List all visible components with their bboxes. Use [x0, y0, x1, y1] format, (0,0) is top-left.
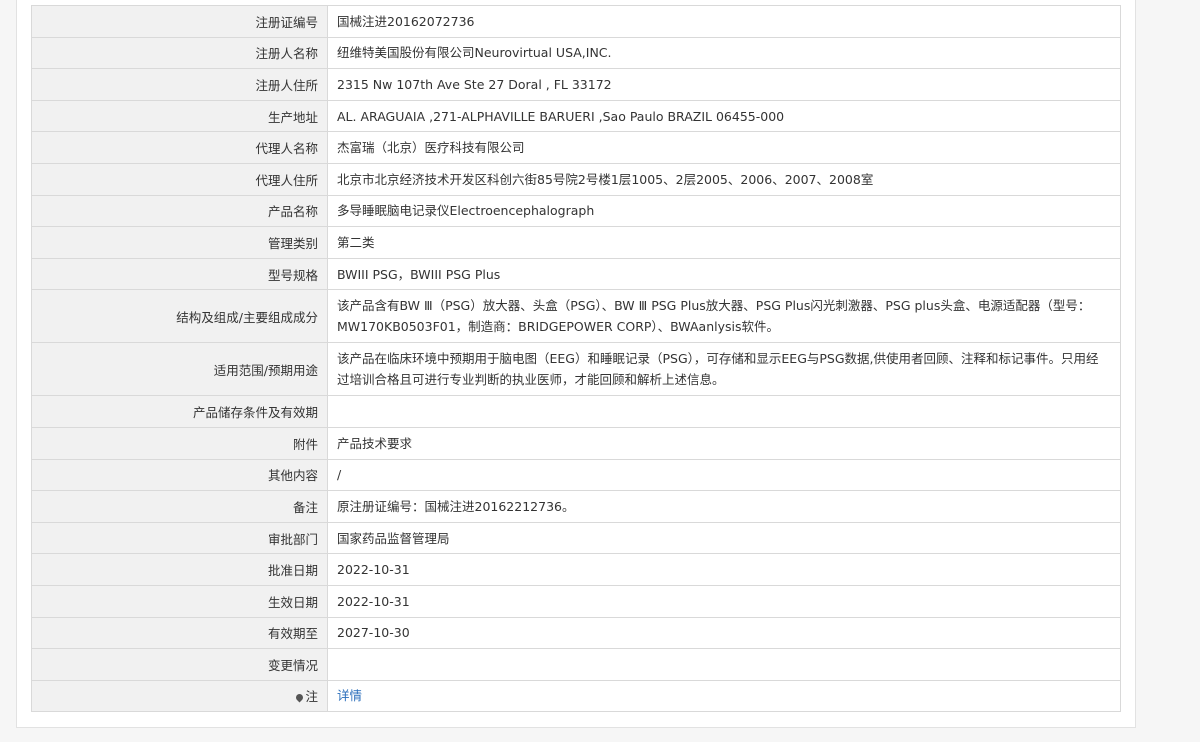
row-value: 原注册证编号：国械注进20162212736。	[327, 490, 1121, 523]
row-value	[327, 395, 1121, 428]
row-value: 2027-10-30	[327, 616, 1121, 650]
table-row: 备注 原注册证编号：国械注进20162212736。	[31, 490, 1121, 523]
row-value: 2022-10-31	[327, 584, 1121, 618]
note-value-cell: 详情	[327, 679, 1121, 713]
row-value: 多导睡眠脑电记录仪Electroencephalograph	[327, 194, 1121, 228]
table-row: 其他内容 /	[31, 458, 1121, 492]
table-row: 代理人住所 北京市北京经济技术开发区科创六街85号院2号楼1层1005、2层20…	[31, 162, 1121, 196]
table-row: 有效期至 2027-10-30	[31, 616, 1121, 650]
row-label: 批准日期	[31, 553, 328, 586]
row-label: 型号规格	[31, 257, 328, 291]
table-row: 代理人名称 杰富瑞（北京）医疗科技有限公司	[31, 131, 1121, 164]
table-row: 注册证编号 国械注进20162072736	[31, 5, 1121, 38]
row-label: 其他内容	[31, 458, 328, 492]
registration-info-table: 注册证编号 国械注进20162072736 注册人名称 纽维特美国股份有限公司N…	[31, 5, 1121, 713]
table-row: 结构及组成/主要组成成分 该产品含有BW Ⅲ（PSG）放大器、头盒（PSG）、B…	[31, 289, 1121, 344]
row-value: 第二类	[327, 226, 1121, 259]
row-label: 生产地址	[31, 99, 328, 133]
row-value: /	[327, 458, 1121, 492]
row-label: 备注	[31, 490, 328, 523]
row-value: 国械注进20162072736	[327, 5, 1121, 38]
row-label: 生效日期	[31, 584, 328, 618]
row-value: BWIII PSG，BWIII PSG Plus	[327, 257, 1121, 291]
details-link[interactable]: 详情	[337, 688, 362, 703]
row-value: 2022-10-31	[327, 553, 1121, 586]
table-row: 适用范围/预期用途 该产品在临床环境中预期用于脑电图（EEG）和睡眠记录（PSG…	[31, 342, 1121, 397]
table-row: 型号规格 BWIII PSG，BWIII PSG Plus	[31, 257, 1121, 291]
row-label: 代理人住所	[31, 162, 328, 196]
row-value: 该产品含有BW Ⅲ（PSG）放大器、头盒（PSG）、BW Ⅲ PSG Plus放…	[327, 289, 1121, 344]
table-row: 注册人住所 2315 Nw 107th Ave Ste 27 Doral , F…	[31, 68, 1121, 101]
row-label: 适用范围/预期用途	[31, 342, 328, 397]
row-value: 纽维特美国股份有限公司Neurovirtual USA,INC.	[327, 36, 1121, 70]
table-row: 生效日期 2022-10-31	[31, 584, 1121, 618]
row-label: 附件	[31, 426, 328, 460]
row-value	[327, 648, 1121, 681]
row-label: 产品储存条件及有效期	[31, 395, 328, 428]
row-label: 注册人住所	[31, 68, 328, 101]
row-value: 北京市北京经济技术开发区科创六街85号院2号楼1层1005、2层2005、200…	[327, 162, 1121, 196]
row-label: 代理人名称	[31, 131, 328, 164]
table-row: 变更情况	[31, 648, 1121, 681]
row-value: 该产品在临床环境中预期用于脑电图（EEG）和睡眠记录（PSG），可存储和显示EE…	[327, 342, 1121, 397]
table-row: 注册人名称 纽维特美国股份有限公司Neurovirtual USA,INC.	[31, 36, 1121, 70]
table-row: 审批部门 国家药品监督管理局	[31, 521, 1121, 555]
table-row: 管理类别 第二类	[31, 226, 1121, 259]
map-pin-icon	[295, 693, 305, 703]
table-row: 产品储存条件及有效期	[31, 395, 1121, 428]
table-row: 注 详情	[31, 679, 1121, 713]
row-value: 杰富瑞（北京）医疗科技有限公司	[327, 131, 1121, 164]
row-label: 有效期至	[31, 616, 328, 650]
row-label: 审批部门	[31, 521, 328, 555]
row-label: 注册证编号	[31, 5, 328, 38]
table-row: 附件 产品技术要求	[31, 426, 1121, 460]
row-value: 产品技术要求	[327, 426, 1121, 460]
row-value: 2315 Nw 107th Ave Ste 27 Doral , FL 3317…	[327, 68, 1121, 101]
table-row: 生产地址 AL. ARAGUAIA ,271-ALPHAVILLE BARUER…	[31, 99, 1121, 133]
row-label: 注册人名称	[31, 36, 328, 70]
note-label: 注	[305, 689, 318, 705]
table-row: 产品名称 多导睡眠脑电记录仪Electroencephalograph	[31, 194, 1121, 228]
row-value: 国家药品监督管理局	[327, 521, 1121, 555]
row-label: 管理类别	[31, 226, 328, 259]
row-label: 产品名称	[31, 194, 328, 228]
row-label: 变更情况	[31, 648, 328, 681]
registration-detail-panel: 注册证编号 国械注进20162072736 注册人名称 纽维特美国股份有限公司N…	[16, 0, 1136, 728]
note-label-cell: 注	[31, 679, 328, 713]
table-row: 批准日期 2022-10-31	[31, 553, 1121, 586]
row-value: AL. ARAGUAIA ,271-ALPHAVILLE BARUERI ,Sa…	[327, 99, 1121, 133]
row-label: 结构及组成/主要组成成分	[31, 289, 328, 344]
